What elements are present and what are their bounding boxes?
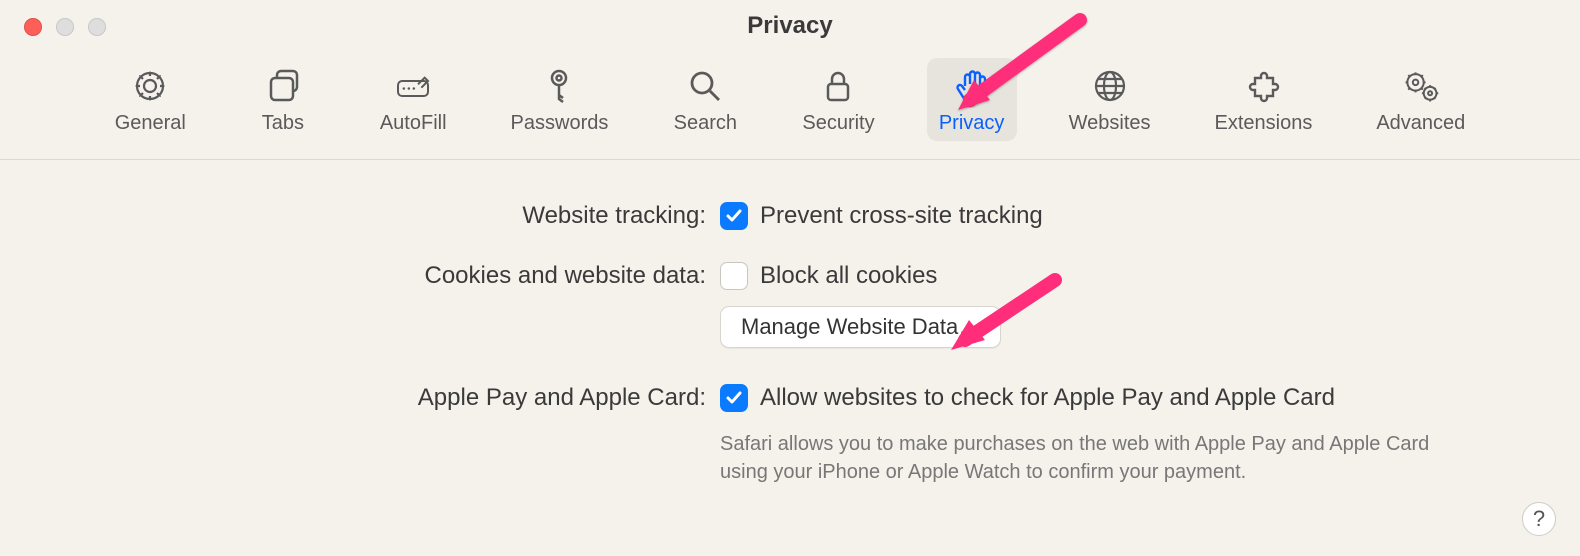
allow-apple-pay-check-checkbox[interactable]: Allow websites to check for Apple Pay an… xyxy=(720,382,1500,414)
checkbox-icon xyxy=(720,202,748,230)
cookies-row: Cookies and website data: Block all cook… xyxy=(80,260,1500,348)
tab-label: Extensions xyxy=(1215,112,1313,135)
tabs-icon xyxy=(263,66,303,106)
gear-icon xyxy=(130,66,170,106)
tab-label: General xyxy=(115,112,186,135)
row-label: Apple Pay and Apple Card: xyxy=(80,382,720,414)
tab-general[interactable]: General xyxy=(103,58,198,141)
manage-website-data-button[interactable]: Manage Website Data… xyxy=(720,306,1001,348)
minimize-window-button[interactable] xyxy=(56,18,74,36)
preferences-toolbar: General Tabs AutoFill xyxy=(0,52,1580,160)
privacy-pane: Website tracking: Prevent cross-site tra… xyxy=(0,160,1580,554)
close-window-button[interactable] xyxy=(24,18,42,36)
tab-search[interactable]: Search xyxy=(660,58,750,141)
key-icon xyxy=(539,66,579,106)
help-label: ? xyxy=(1533,506,1545,532)
tab-label: Tabs xyxy=(262,112,304,135)
help-button[interactable]: ? xyxy=(1522,502,1556,536)
tab-label: Search xyxy=(674,112,737,135)
pencil-field-icon xyxy=(393,66,433,106)
tab-label: Privacy xyxy=(939,112,1005,135)
checkbox-label: Allow websites to check for Apple Pay an… xyxy=(760,382,1335,414)
tab-passwords[interactable]: Passwords xyxy=(499,58,621,141)
block-all-cookies-checkbox[interactable]: Block all cookies xyxy=(720,260,1500,292)
apple-pay-row: Apple Pay and Apple Card: Allow websites… xyxy=(80,382,1500,486)
tab-privacy[interactable]: Privacy xyxy=(927,58,1017,141)
window-title: Privacy xyxy=(0,12,1580,40)
tab-label: Websites xyxy=(1069,112,1151,135)
puzzle-icon xyxy=(1243,66,1283,106)
tab-autofill[interactable]: AutoFill xyxy=(368,58,459,141)
tab-security[interactable]: Security xyxy=(790,58,886,141)
row-label: Cookies and website data: xyxy=(80,260,720,292)
search-icon xyxy=(685,66,725,106)
tab-websites[interactable]: Websites xyxy=(1057,58,1163,141)
website-tracking-row: Website tracking: Prevent cross-site tra… xyxy=(80,200,1500,232)
gears-icon xyxy=(1401,66,1441,106)
checkbox-icon xyxy=(720,262,748,290)
tab-label: AutoFill xyxy=(380,112,447,135)
checkbox-icon xyxy=(720,384,748,412)
tab-advanced[interactable]: Advanced xyxy=(1364,58,1477,141)
row-label: Website tracking: xyxy=(80,200,720,232)
tab-label: Passwords xyxy=(511,112,609,135)
lock-icon xyxy=(818,66,858,106)
globe-icon xyxy=(1090,66,1130,106)
traffic-lights xyxy=(24,18,106,36)
checkbox-label: Block all cookies xyxy=(760,260,937,292)
tab-label: Advanced xyxy=(1376,112,1465,135)
titlebar: Privacy xyxy=(0,0,1580,52)
checkbox-label: Prevent cross-site tracking xyxy=(760,200,1043,232)
tab-label: Security xyxy=(802,112,874,135)
zoom-window-button[interactable] xyxy=(88,18,106,36)
tab-tabs[interactable]: Tabs xyxy=(238,58,328,141)
tab-extensions[interactable]: Extensions xyxy=(1203,58,1325,141)
prevent-cross-site-tracking-checkbox[interactable]: Prevent cross-site tracking xyxy=(720,200,1500,232)
hand-icon xyxy=(952,66,992,106)
apple-pay-description: Safari allows you to make purchases on t… xyxy=(720,430,1480,486)
